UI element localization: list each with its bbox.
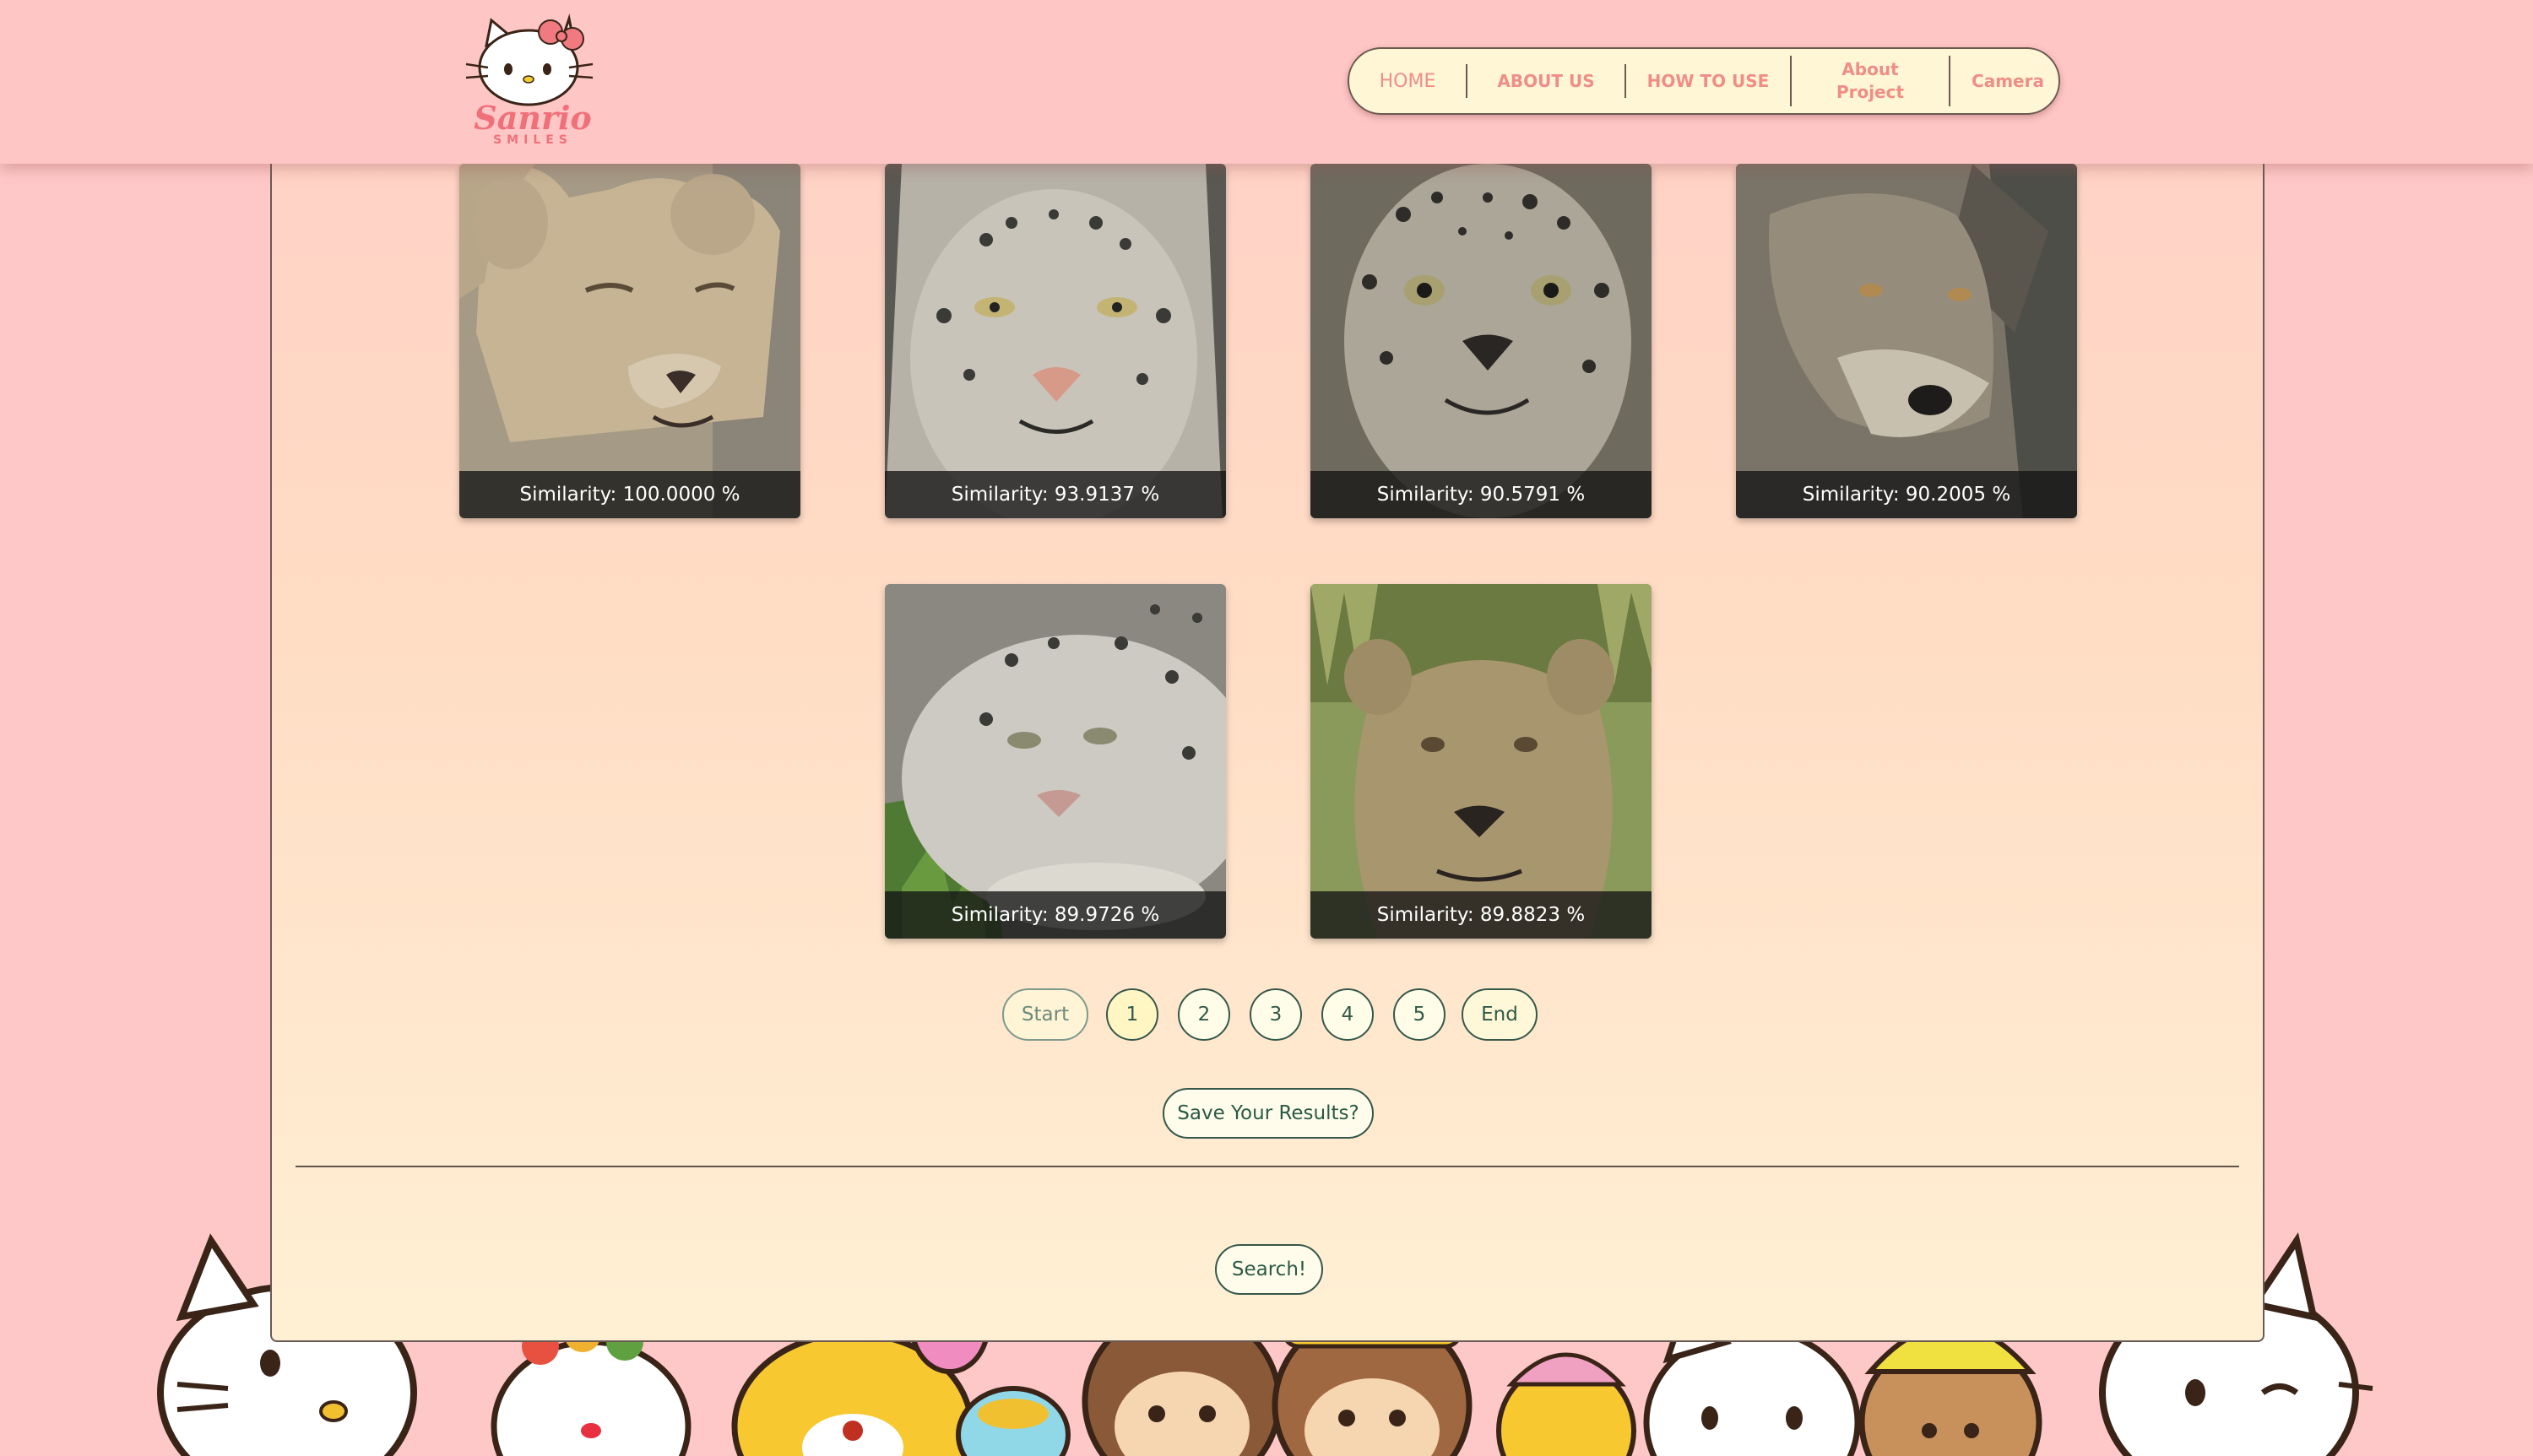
- pagination-end-button[interactable]: End: [1462, 988, 1538, 1041]
- similarity-label: Similarity: 89.9726 %: [885, 891, 1226, 939]
- snow-leopard-photo: [885, 584, 1226, 939]
- similarity-label: Similarity: 90.5791 %: [1310, 471, 1652, 518]
- pagination-page-5[interactable]: 5: [1393, 988, 1445, 1041]
- wolf-photo: [1736, 164, 2077, 518]
- logo-tagline: SMILES: [493, 133, 572, 147]
- pagination-page-4[interactable]: 4: [1321, 988, 1374, 1041]
- nav-about-project[interactable]: About Project: [1792, 49, 1949, 113]
- main-nav: HOME ABOUT US HOW TO USE About Project C…: [1348, 47, 2060, 115]
- lion-cub-photo: [459, 164, 800, 518]
- save-results-button[interactable]: Save Your Results?: [1163, 1088, 1374, 1139]
- similarity-label: Similarity: 93.9137 %: [885, 471, 1226, 518]
- hello-kitty-logo-icon: [465, 14, 594, 106]
- snow-leopard-photo: [885, 164, 1226, 518]
- nav-home[interactable]: HOME: [1349, 49, 1466, 113]
- similarity-label: Similarity: 89.8823 %: [1310, 891, 1652, 939]
- nav-how-to-use[interactable]: HOW TO USE: [1626, 49, 1790, 113]
- result-card[interactable]: Similarity: 89.8823 %: [1310, 584, 1652, 939]
- lioness-photo: [1310, 584, 1652, 939]
- results-panel: Similarity: 100.0000 % Similarity: 93.91…: [270, 127, 2265, 1342]
- result-card[interactable]: Similarity: 89.9726 %: [885, 584, 1226, 939]
- sanrio-logo[interactable]: Sanrio SMILES: [463, 14, 598, 149]
- result-card[interactable]: Similarity: 90.2005 %: [1736, 164, 2077, 518]
- nav-about-us[interactable]: ABOUT US: [1467, 49, 1624, 113]
- similarity-label: Similarity: 100.0000 %: [459, 471, 800, 518]
- result-card[interactable]: Similarity: 100.0000 %: [459, 164, 800, 518]
- pagination-page-1[interactable]: 1: [1106, 988, 1158, 1041]
- pagination-page-3[interactable]: 3: [1250, 988, 1302, 1041]
- nav-camera[interactable]: Camera: [1950, 49, 2065, 113]
- result-card[interactable]: Similarity: 90.5791 %: [1310, 164, 1652, 518]
- search-button[interactable]: Search!: [1215, 1244, 1323, 1295]
- similarity-label: Similarity: 90.2005 %: [1736, 471, 2077, 518]
- pagination-page-2[interactable]: 2: [1178, 988, 1230, 1041]
- pagination-start-button[interactable]: Start: [1002, 988, 1088, 1041]
- section-divider: [296, 1166, 2239, 1167]
- bird-character-icon: [956, 1386, 1071, 1456]
- result-card[interactable]: Similarity: 93.9137 %: [885, 164, 1226, 518]
- snow-leopard-photo: [1310, 164, 1652, 518]
- site-header: Sanrio SMILES HOME ABOUT US HOW TO USE A…: [0, 0, 2533, 164]
- logo-wordmark: Sanrio: [474, 99, 592, 137]
